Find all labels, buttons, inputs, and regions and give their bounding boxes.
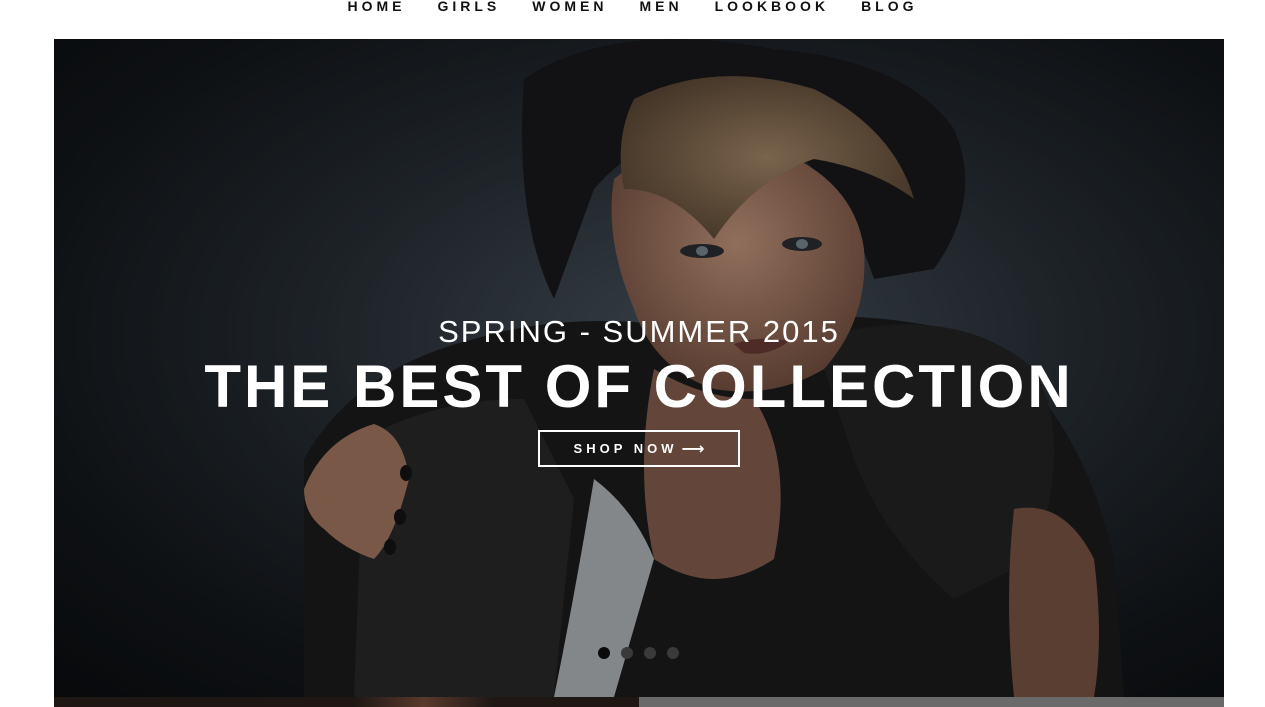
- slider-dot-3[interactable]: [644, 647, 656, 659]
- hero-title: THE BEST OF COLLECTION: [204, 353, 1074, 420]
- slider-dot-4[interactable]: [667, 647, 679, 659]
- nav-item-lookbook[interactable]: LOOKBOOK: [699, 0, 845, 13]
- banner-right-preview[interactable]: [639, 697, 1224, 707]
- banner-left-preview[interactable]: [54, 697, 639, 707]
- shop-now-button[interactable]: SHOP NOW ⟶: [538, 430, 740, 467]
- hero-slider: SPRING - SUMMER 2015 THE BEST OF COLLECT…: [54, 39, 1224, 697]
- shop-now-label: SHOP NOW: [573, 441, 678, 456]
- slider-dot-1[interactable]: [598, 647, 610, 659]
- nav-item-men[interactable]: MEN: [623, 0, 698, 13]
- hero-subtitle: SPRING - SUMMER 2015: [438, 314, 840, 349]
- nav-item-blog[interactable]: BLOG: [845, 0, 933, 13]
- main-nav: HOME GIRLS WOMEN MEN LOOKBOOK BLOG: [0, 0, 1265, 39]
- arrow-right-icon: ⟶: [681, 440, 705, 458]
- nav-item-girls[interactable]: GIRLS: [421, 0, 516, 13]
- banner-left-image: [354, 697, 494, 707]
- slider-dots: [598, 647, 679, 659]
- slider-dot-2[interactable]: [621, 647, 633, 659]
- nav-item-home[interactable]: HOME: [331, 0, 421, 13]
- nav-item-women[interactable]: WOMEN: [516, 0, 623, 13]
